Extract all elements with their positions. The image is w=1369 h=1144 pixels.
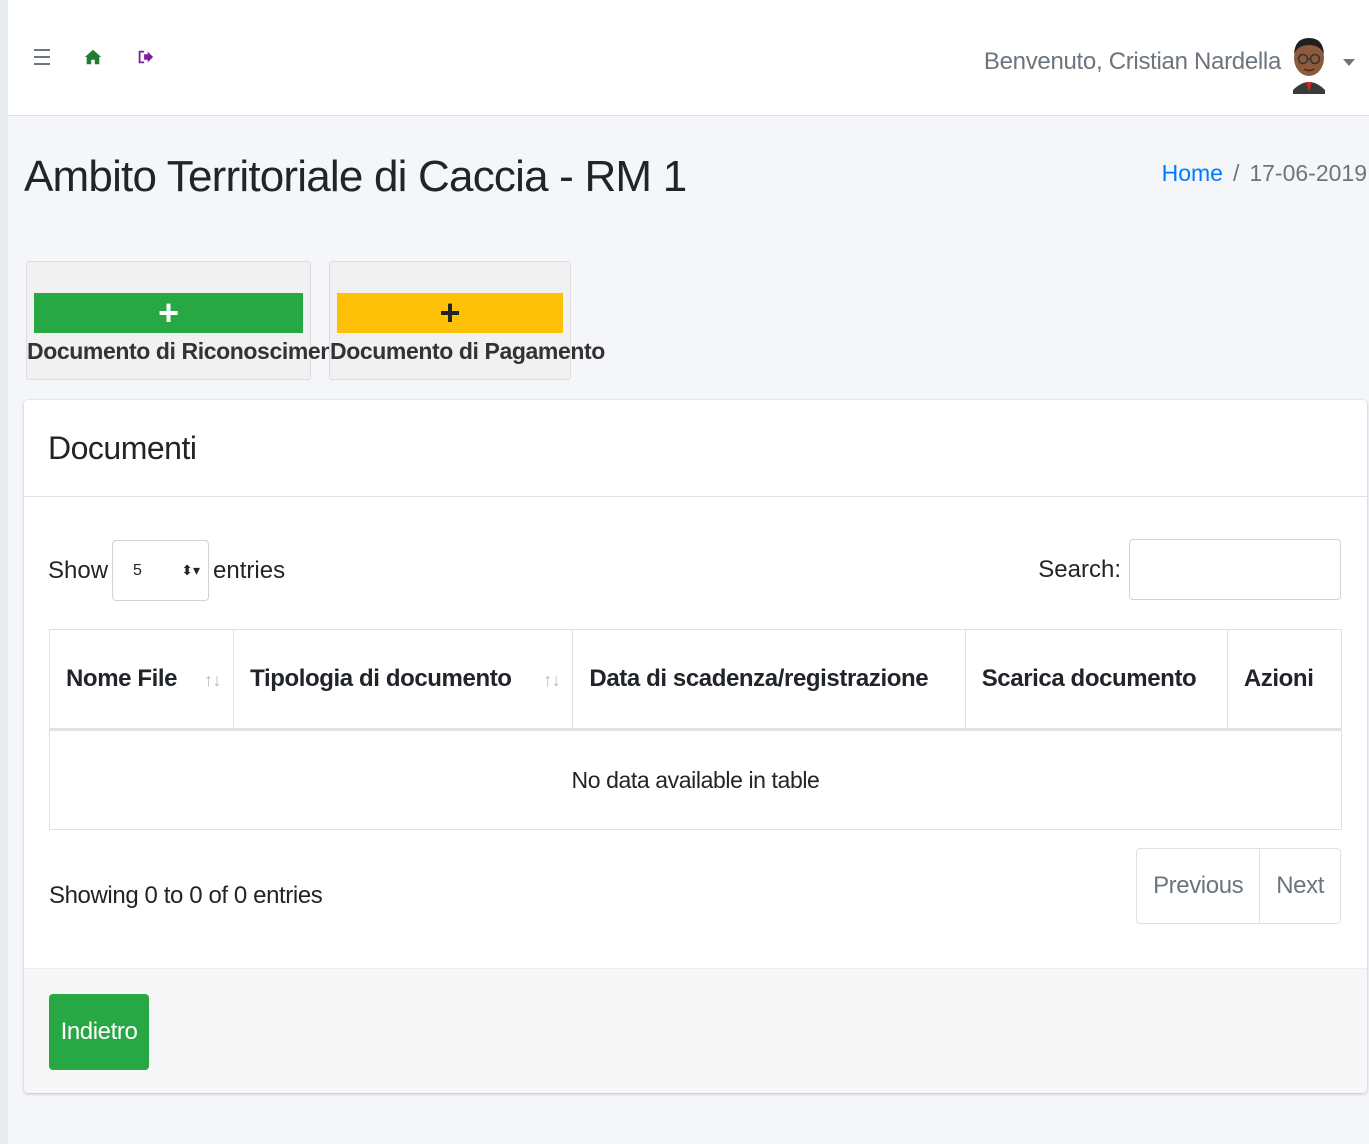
- home-icon[interactable]: [84, 48, 102, 66]
- sidebar-edge: [0, 0, 8, 1144]
- search-label: Search:: [1038, 555, 1121, 583]
- logout-icon[interactable]: [136, 48, 154, 66]
- select-arrows-icon: ⬍▾: [181, 562, 201, 578]
- previous-page-button[interactable]: Previous: [1137, 849, 1259, 923]
- column-label: Tipologia di documento: [250, 665, 512, 692]
- menu-icon[interactable]: [34, 49, 50, 65]
- card-title: Documenti: [48, 430, 197, 466]
- plus-icon: +: [439, 292, 461, 333]
- empty-table-message: No data available in table: [571, 766, 820, 793]
- breadcrumb-separator: /: [1232, 160, 1240, 186]
- documents-card: Documenti Show 5 ⬍▾ entries Search: Nome…: [24, 400, 1367, 1093]
- column-data-scadenza[interactable]: Data di scadenza/registrazione: [572, 629, 966, 731]
- back-button[interactable]: Indietro: [49, 994, 149, 1070]
- top-navbar: Benvenuto, Cristian Nardella: [8, 0, 1369, 116]
- add-payment-document-button[interactable]: + Documento di Pagamento: [329, 261, 605, 380]
- search-input[interactable]: [1129, 539, 1341, 600]
- plus-icon: +: [157, 292, 180, 333]
- column-label: Nome File: [66, 665, 178, 692]
- pagination: Previous Next: [1136, 848, 1341, 924]
- column-azioni[interactable]: Azioni: [1226, 629, 1342, 731]
- documents-table: Nome File ↑↓ Tipologia di documento ↑↓ D…: [49, 629, 1342, 830]
- sort-icon: ↑↓: [203, 670, 222, 690]
- breadcrumb-date: 17-06-2019: [1249, 160, 1367, 186]
- entries-select[interactable]: 5 ⬍▾: [112, 540, 210, 601]
- table-info: Showing 0 to 0 of 0 entries: [49, 882, 323, 909]
- breadcrumb-home-link[interactable]: Home: [1162, 160, 1223, 187]
- breadcrumb: Home / 17-06-2019: [1162, 160, 1367, 187]
- sort-icon: ↑↓: [543, 670, 561, 690]
- column-tipologia[interactable]: Tipologia di documento ↑↓: [233, 629, 573, 731]
- welcome-text: Benvenuto, Cristian Nardella: [983, 48, 1281, 75]
- card-header: Documenti: [24, 400, 1367, 497]
- avatar: [1293, 38, 1325, 94]
- add-id-document-button[interactable]: + Documento di Riconoscimento: [26, 261, 355, 380]
- card-footer: Indietro: [24, 968, 1367, 1093]
- column-label: Azioni: [1243, 665, 1314, 692]
- search-control: Search:: [1038, 539, 1341, 600]
- column-label: Scarica documento: [981, 665, 1197, 692]
- user-menu[interactable]: Benvenuto, Cristian Nardella: [984, 30, 1355, 94]
- add-id-document-bar: +: [34, 293, 303, 333]
- navbar-icons: [34, 48, 154, 66]
- column-nome-file[interactable]: Nome File ↑↓: [49, 629, 234, 731]
- table-header-row: Nome File ↑↓ Tipologia di documento ↑↓ D…: [49, 629, 1342, 731]
- next-page-button[interactable]: Next: [1259, 849, 1340, 923]
- entries-length-control: Show 5 ⬍▾ entries: [48, 540, 285, 601]
- add-payment-document-label: Documento di Pagamento: [330, 338, 605, 364]
- table-row: No data available in table: [50, 730, 1342, 830]
- show-label: Show: [48, 556, 109, 584]
- chevron-down-icon: [1343, 58, 1355, 66]
- add-payment-document-bar: +: [337, 293, 563, 333]
- entries-label: entries: [213, 556, 286, 584]
- column-label: Data di scadenza/registrazione: [589, 665, 929, 692]
- column-scarica[interactable]: Scarica documento: [964, 629, 1228, 731]
- entries-select-value: 5: [133, 561, 142, 579]
- page-title: Ambito Territoriale di Caccia - RM 1: [24, 152, 687, 201]
- add-id-document-label: Documento di Riconoscimento: [27, 338, 355, 364]
